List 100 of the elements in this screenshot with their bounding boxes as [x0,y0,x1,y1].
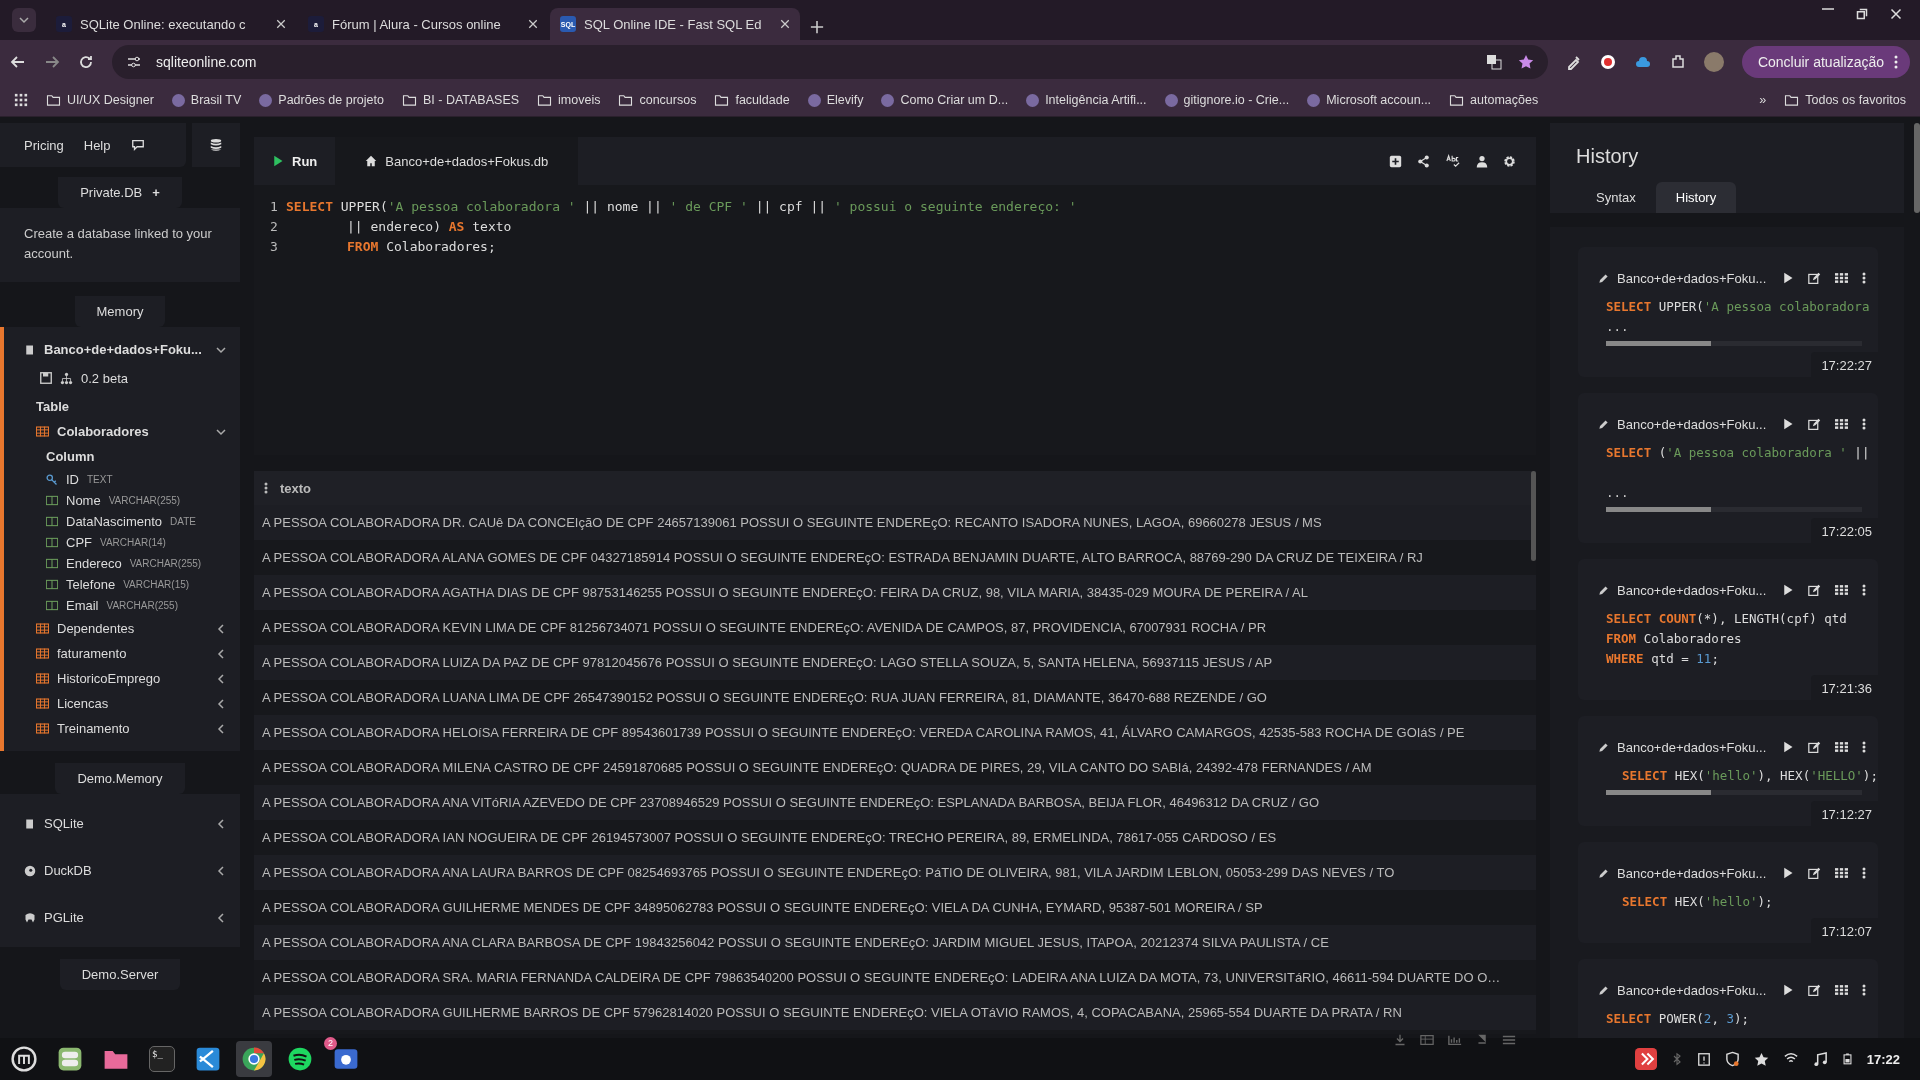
column-name[interactable]: Telefone [66,577,116,592]
chevron-left-icon[interactable] [216,673,226,684]
bookmark-link[interactable]: imoveis [558,93,601,107]
column-name[interactable]: DataNascimento [66,514,163,529]
history-entry[interactable]: Banco+de+dados+Foku... SELECT POWER(2, 3); [1578,959,1878,1038]
address-bar[interactable]: sqliteonline.com [112,45,1548,79]
update-button[interactable]: Concluir atualização [1741,46,1910,78]
star-icon [1753,1051,1769,1067]
run-button[interactable]: Run [254,137,336,185]
history-entry[interactable]: Banco+de+dados+Foku... SELECT ('A pessoa colaboradora ' || ... 17:22:05 [1578,393,1878,543]
database-name[interactable]: Banco+de+dados+Foku... [44,342,208,357]
table-name[interactable]: faturamento [57,646,208,661]
column-type: VARCHAR(15) [123,579,190,590]
bookmark-link[interactable]: gitignore.io - Crie... [1183,93,1290,107]
avatar-icon[interactable] [1703,52,1724,72]
column-name[interactable]: CPF [66,535,92,550]
scrollbar[interactable] [1914,123,1920,213]
scrollbar[interactable] [1531,471,1536,561]
column-name[interactable]: Nome [66,493,101,508]
bookmark-link[interactable]: Como Criar um D... [900,93,1009,107]
chevron-left-icon[interactable] [216,912,226,923]
more-icon [1862,984,1866,996]
more-icon [1894,55,1898,69]
column-icon [46,516,58,527]
database-name[interactable]: PGLite [44,910,208,925]
close-icon [1890,8,1902,20]
history-entry[interactable]: Banco+de+dados+Foku... SELECT HEX('hello'), HEX('HELLO'); 17:12:27 [1578,716,1878,826]
panel-tab[interactable]: Syntax [1576,182,1656,213]
folder-icon [46,94,61,106]
ellipsis-text: ... [1606,318,1630,336]
more-icon [1862,584,1866,596]
column-type: VARCHAR(255) [108,495,181,506]
chevron-left-icon[interactable] [216,818,226,829]
bookmark-link[interactable]: automações [1470,93,1539,107]
scrollbar[interactable] [1606,341,1862,346]
battery-icon [1841,1051,1853,1067]
bookmark-link[interactable]: faculdade [735,93,790,107]
music-icon [287,1046,313,1072]
bookmark-link[interactable]: Todos os favoritos [1805,93,1906,107]
edit-icon [1808,583,1821,597]
table-name[interactable]: Colaboradores [57,424,208,439]
column-header[interactable]: texto [280,480,312,496]
scrollbar[interactable] [1606,507,1862,512]
column-name[interactable]: Endereco [66,556,122,571]
chevron-left-icon[interactable] [216,623,226,634]
bookmark-link[interactable]: UI/UX Designer [67,93,154,107]
chevron-left-icon[interactable] [216,648,226,659]
column-name[interactable]: Email [66,598,99,613]
table-name[interactable]: HistoricoEmprego [57,671,208,686]
add-button[interactable]: + [152,185,160,200]
chevron-down-icon[interactable] [216,426,226,437]
timestamp: 17:22:27 [1811,352,1878,377]
bookmark-link[interactable]: Padrões de projeto [278,93,384,107]
history-entry[interactable]: Banco+de+dados+Foku... SELECT UPPER('A pessoa colaboradora ... 17:22:27 [1578,247,1878,377]
folder-icon [1784,94,1800,106]
table-name[interactable]: Licencas [57,696,208,711]
database-name[interactable]: DuckDB [44,863,208,878]
site-icon [259,93,273,107]
bookmark-link[interactable]: Microsoft accoun... [1326,93,1432,107]
code-line: WHERE qtd = 11; [1606,650,1720,668]
section-title: Private.DB [80,185,143,200]
bookmark-link[interactable]: concursos [639,93,697,107]
table-icon [36,698,49,709]
panel-title: History [1576,145,1640,168]
chevron-left-icon[interactable] [216,723,226,734]
table-name[interactable]: Dependentes [57,621,208,636]
chevron-down-icon[interactable] [216,344,226,355]
database-icon [24,343,36,356]
scrollbar[interactable] [1606,790,1862,795]
table-name[interactable]: Treinamento [57,721,208,736]
database-name: Banco+de+dados+Foku... [1617,982,1768,998]
history-entry[interactable]: Banco+de+dados+Foku... SELECT COUNT(*), LENGTH(cpf) qtd FROM Colaboradores WHERE qtd = 11; 17:21:36 [1578,559,1878,700]
panel-tab[interactable]: History [1655,182,1737,213]
chevron-left-icon[interactable] [216,865,226,876]
table-cell: A PESSOA COLABORADORA LUIZA DA PAZ DE CPF 97812045676 POSSUI O SEGUINTE ENDEREçO: LAGO STELLA SOUZA, 5, SANTA HELENA, 56937115 JESUS / AP [262,655,1273,670]
section-title: Demo.Server [59,959,181,990]
database-name[interactable]: SQLite [44,816,208,831]
toggle-icon [57,1046,83,1072]
history-entry[interactable]: Banco+de+dados+Foku... SELECT HEX('hello'); 17:12:07 [1578,842,1878,943]
chevron-down-icon[interactable] [19,15,29,25]
file-tab[interactable]: Banco+de+dados+Fokus.db [335,137,579,185]
translate-icon [1485,54,1502,70]
bookmark-link[interactable]: Inteligência Artifi... [1045,93,1147,107]
browser-icon [241,1046,267,1072]
new-tab-button[interactable] [810,20,824,34]
bookmark-link[interactable]: Elevify [826,93,864,107]
nav-link[interactable]: Help [83,137,111,153]
tab-search-button[interactable] [12,8,36,32]
bookmark-link[interactable]: Brasil TV [190,93,242,107]
taskbar-app[interactable] [236,1041,272,1077]
more-bookmarks-button[interactable]: » [1759,93,1767,107]
ellipsis-text: ... [1606,484,1630,502]
column-name[interactable]: ID [66,472,79,487]
timestamp: 17:12:27 [1811,801,1878,826]
edit-icon [1808,271,1821,285]
chevron-left-icon[interactable] [216,698,226,709]
bookmark-link[interactable]: BI - DATABASES [422,93,520,107]
table-cell: A PESSOA COLABORADORA MILENA CASTRO DE CPF 24591870685 POSSUI O SEGUINTE ENDEREçO: QUADRA DE PIRES, 29, VILA CANTO DO SABIá, 24392-478 FERNANDES / AM [262,760,1372,775]
nav-link[interactable]: Pricing [24,137,64,153]
restore-icon [1856,8,1868,20]
